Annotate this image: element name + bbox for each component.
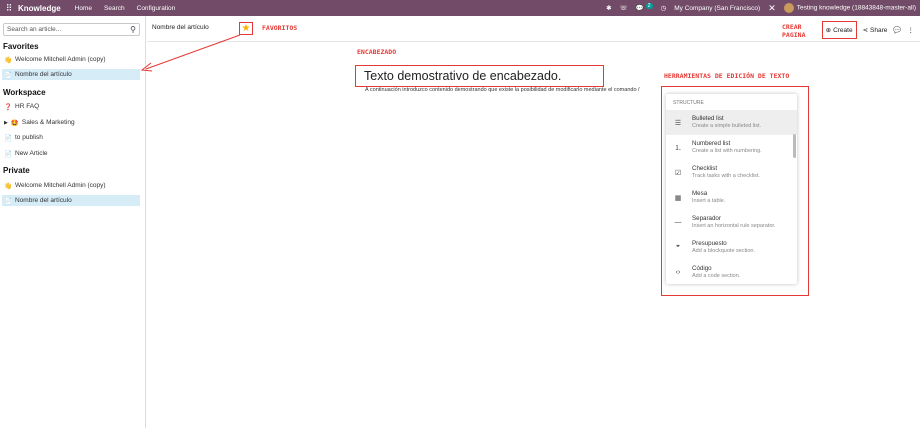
separator-icon: — <box>674 219 682 226</box>
activity-clock-icon[interactable]: ◷ <box>661 4 667 12</box>
command-desc: Create a list with numbering. <box>692 148 762 154</box>
quote-icon: ❞ <box>676 244 680 252</box>
user-menu[interactable]: Testing knowledge (18843848-master-all) <box>783 3 916 13</box>
command-title: Separador <box>692 215 721 222</box>
table-icon: ▦ <box>674 194 682 202</box>
numbered-list-icon: ⒈ <box>674 144 682 152</box>
command-title: Bulleted list <box>692 115 724 122</box>
command-title: Numbered list <box>692 140 731 147</box>
item-label: New Article <box>15 150 48 157</box>
chat-icon[interactable]: 💬 <box>636 4 644 12</box>
menu-home[interactable]: Home <box>75 5 92 12</box>
question-icon: ❓ <box>4 103 13 111</box>
code-icon: ‹› <box>675 269 681 276</box>
palette-scrollbar[interactable] <box>793 134 796 158</box>
plus-circle-icon: ⊕ <box>825 27 832 34</box>
tools-icon[interactable]: ✕ <box>768 3 776 14</box>
breadcrumb: Nombre del artículo <box>152 24 209 31</box>
phone-icon[interactable]: ☏ <box>620 4 628 12</box>
command-checklist[interactable]: ☑ Checklist Track tasks with a checklist. <box>666 160 797 185</box>
command-desc: Insert a table. <box>692 198 726 204</box>
bug-icon[interactable]: ✱ <box>606 4 611 12</box>
document-icon: 📄 <box>4 134 13 142</box>
command-quote[interactable]: ❞ Presupuesto Add a blockquote section. <box>666 235 797 260</box>
top-navbar: ⠿ Knowledge Home Search Configuration ✱ … <box>0 0 920 16</box>
private-heading: Private <box>3 166 30 175</box>
workspace-heading: Workspace <box>3 88 46 97</box>
article-header: Nombre del artículo ★ FAVORITOS CREAR PA… <box>147 16 920 42</box>
caret-right-icon[interactable]: ▶ <box>4 120 8 126</box>
private-item-nombre[interactable]: 📄 Nombre del artículo <box>2 195 140 206</box>
workspace-item-to-publish[interactable]: 📄 to publish <box>2 132 140 143</box>
command-desc: Add a blockquote section. <box>692 248 755 254</box>
command-desc: Add a code section. <box>692 273 741 279</box>
database-name: Testing knowledge (18843848-master-all) <box>796 4 916 12</box>
item-label: Sales & Marketing <box>21 119 75 126</box>
item-label: Welcome Mitchell Admin (copy) <box>15 182 106 189</box>
wave-icon: 👋 <box>4 56 13 64</box>
share-button[interactable]: ⋖ Share <box>862 26 888 35</box>
workspace-item-hr-faq[interactable]: ❓ HR FAQ <box>2 101 140 112</box>
item-label: to publish <box>15 134 43 141</box>
annotation-encabezado: ENCABEZADO <box>357 48 397 56</box>
favorite-star-icon[interactable]: ★ <box>239 22 253 35</box>
item-label: Welcome Mitchell Admin (copy) <box>15 56 106 63</box>
command-desc: Track tasks with a checklist. <box>692 173 760 179</box>
item-label: Nombre del artículo <box>15 71 72 78</box>
command-desc: Insert an horizontal rule separator. <box>692 223 776 229</box>
article-title[interactable]: Texto demostrativo de encabezado. <box>355 65 604 87</box>
favorite-item-welcome[interactable]: 👋 Welcome Mitchell Admin (copy) <box>2 54 140 65</box>
menu-configuration[interactable]: Configuration <box>137 5 176 12</box>
palette-section-label: STRUCTURE <box>673 100 704 106</box>
comments-icon[interactable]: 💬 <box>893 26 901 34</box>
more-options-icon[interactable]: ⋮ <box>908 26 915 34</box>
checklist-icon: ☑ <box>674 169 682 177</box>
item-label: Nombre del artículo <box>15 197 72 204</box>
command-title: Código <box>692 265 712 272</box>
command-separator[interactable]: — Separador Insert an horizontal rule sep… <box>666 210 797 235</box>
workspace-item-new-article[interactable]: 📄 New Article <box>2 148 140 159</box>
article-paragraph[interactable]: A continuación introduzco contenido demo… <box>365 87 640 93</box>
item-label: HR FAQ <box>15 103 40 110</box>
share-label: Share <box>870 26 888 34</box>
favorites-heading: Favorites <box>3 42 39 51</box>
annotation-favoritos: FAVORITOS <box>262 24 298 32</box>
create-label: Create <box>833 26 853 34</box>
command-code[interactable]: ‹› Código Add a code section. <box>666 260 797 285</box>
create-button[interactable]: ⊕ Create <box>821 21 857 39</box>
workspace-item-sales[interactable]: ▶ 🤩 Sales & Marketing <box>2 117 140 128</box>
private-item-welcome[interactable]: 👋 Welcome Mitchell Admin (copy) <box>2 180 140 191</box>
command-palette: STRUCTURE ☰ Bulleted list Create a simple… <box>666 94 797 284</box>
command-table[interactable]: ▦ Mesa Insert a table. <box>666 185 797 210</box>
command-desc: Create a simple bulleted list. <box>692 123 762 129</box>
document-icon: 📄 <box>4 150 13 158</box>
search-icon[interactable]: ⚲ <box>130 25 136 34</box>
command-bulleted-list[interactable]: ☰ Bulleted list Create a simple bulleted … <box>666 110 797 135</box>
search-input[interactable] <box>7 26 117 33</box>
chat-badge: 2 <box>645 2 653 9</box>
share-icon: ⋖ <box>862 27 869 34</box>
command-title: Checklist <box>692 165 718 172</box>
systray: ✱ ☏ 💬 2 ◷ My Company (San Francisco) ✕ T… <box>606 0 916 16</box>
menu-search[interactable]: Search <box>104 5 125 12</box>
command-title: Mesa <box>692 190 708 197</box>
starstruck-icon: 🤩 <box>10 119 19 127</box>
favorite-item-nombre[interactable]: 📄 Nombre del artículo <box>2 69 140 80</box>
command-title: Presupuesto <box>692 240 727 247</box>
main-content: Nombre del artículo ★ FAVORITOS CREAR PA… <box>147 16 920 428</box>
header-actions: ⊕ Create ⋖ Share 💬 ⋮ <box>821 21 915 39</box>
annotation-crear-pagina: CREAR PAGINA <box>782 23 806 39</box>
document-icon: 📄 <box>4 71 13 79</box>
app-name[interactable]: Knowledge <box>18 4 61 13</box>
sidebar: ⚲ Favorites 👋 Welcome Mitchell Admin (co… <box>0 16 146 428</box>
annotation-herramientas: HERRAMIENTAS DE EDICIÓN DE TEXTO <box>664 72 790 80</box>
wave-icon: 👋 <box>4 182 13 190</box>
company-switcher[interactable]: My Company (San Francisco) <box>674 5 760 12</box>
apps-menu-icon[interactable]: ⠿ <box>2 3 16 14</box>
bulleted-list-icon: ☰ <box>674 119 682 127</box>
document-icon: 📄 <box>4 197 13 205</box>
command-numbered-list[interactable]: ⒈ Numbered list Create a list with number… <box>666 135 797 160</box>
avatar <box>783 3 794 13</box>
search-box[interactable]: ⚲ <box>3 23 140 36</box>
